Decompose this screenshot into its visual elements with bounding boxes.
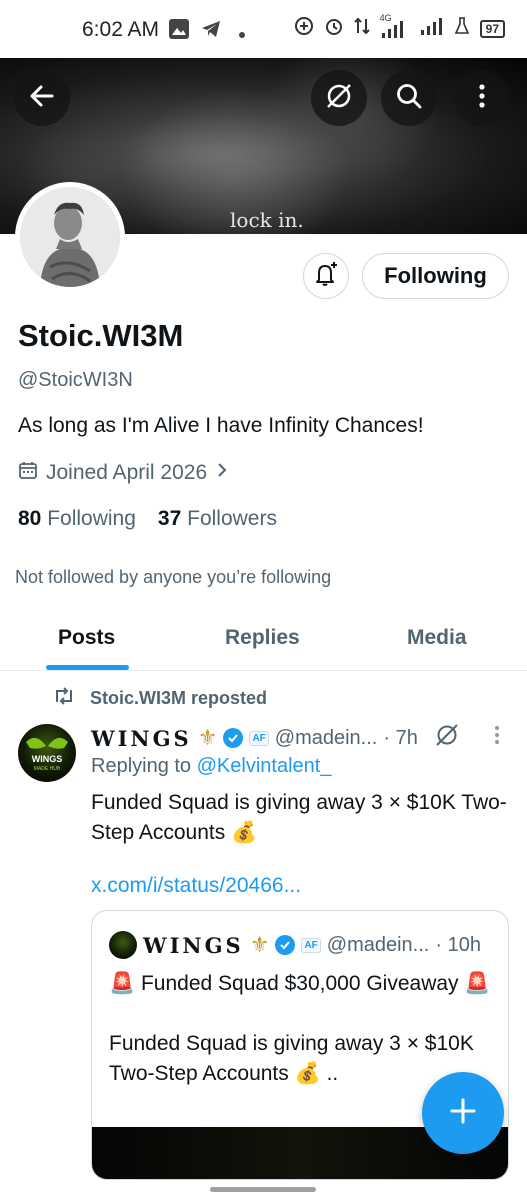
tweet-link[interactable]: x.com/i/status/20466... — [91, 874, 301, 898]
repost-icon — [52, 686, 76, 711]
gallery-notification-icon — [168, 18, 190, 45]
avatar-wings-text: WINGS — [32, 754, 63, 764]
following-count: 80 — [18, 507, 42, 530]
battery-indicator: 97 — [479, 19, 505, 38]
profile-avatar[interactable] — [15, 182, 125, 292]
profile-display-name: Stoic.WI3M — [18, 318, 184, 353]
profile-bio: As long as I'm Alive I have Infinity Cha… — [18, 414, 424, 437]
banner-caption: lock in. — [230, 208, 304, 232]
quoted-affiliate-badge: AF — [301, 937, 321, 953]
joined-label: Joined April 2026 — [46, 461, 208, 484]
followers-stat[interactable]: 37 Followers — [158, 507, 277, 531]
notifications-button[interactable] — [303, 253, 349, 299]
more-options-button[interactable] — [454, 70, 510, 126]
tweet-author-name[interactable]: WINGS — [91, 726, 192, 751]
dot-indicator-icon — [238, 26, 246, 44]
chevron-right-icon — [215, 461, 229, 485]
back-button[interactable] — [14, 70, 70, 126]
quoted-tweet-body: 🚨 Funded Squad $30,000 Giveaway 🚨 Funded… — [109, 969, 504, 1089]
tweet-body: Funded Squad is giving away 3 × $10K Two… — [91, 791, 507, 844]
tweet-header: WINGS ⚜ AF @madein... · 7h — [91, 722, 500, 754]
quoted-tweet-line1: 🚨 Funded Squad $30,000 Giveaway 🚨 — [109, 972, 491, 995]
quoted-author-handle: @madein... — [326, 933, 430, 956]
tweet-more-icon[interactable] — [494, 725, 500, 751]
repost-indicator[interactable]: Stoic.WI3M reposted — [52, 686, 267, 711]
data-transfer-icon — [353, 16, 370, 41]
tab-replies[interactable]: Replies — [225, 626, 300, 650]
tweet-time[interactable]: · 7h — [383, 727, 417, 750]
quoted-tweet-header: WINGS ⚜ AF @madein... · 10h — [109, 931, 481, 959]
search-button[interactable] — [381, 70, 437, 126]
replying-to-handle[interactable]: @Kelvintalent_ — [197, 755, 332, 777]
bell-plus-icon — [312, 260, 340, 293]
signal-icon — [420, 16, 444, 41]
quoted-author-name: WINGS — [143, 932, 244, 958]
tweet-author-avatar[interactable]: WINGS MADE HUB — [18, 724, 76, 782]
arrow-left-icon — [28, 82, 56, 115]
status-right-icons: 4G 97 — [294, 13, 505, 41]
follow-stats: 80 Following 37 Followers — [18, 507, 277, 531]
repost-label: Stoic.WI3M reposted — [90, 688, 268, 708]
quoted-fleur-de-lis-emoji: ⚜ — [249, 932, 270, 957]
replying-to: Replying to @Kelvintalent_ — [91, 755, 331, 778]
search-icon — [395, 82, 423, 115]
followers-stat-label: Followers — [187, 507, 277, 530]
affiliate-badge[interactable]: AF — [249, 730, 269, 746]
status-bar: 6:02 AM 4G 97 — [0, 0, 527, 58]
following-button[interactable]: Following — [362, 253, 509, 299]
not-followed-notice: Not followed by anyone you’re following — [15, 567, 332, 587]
fleur-de-lis-emoji: ⚜ — [197, 725, 218, 750]
followers-count: 37 — [157, 507, 182, 530]
avatar-made-hub-text: MADE HUB — [34, 766, 61, 772]
home-indicator[interactable] — [210, 1187, 316, 1192]
following-stat-label: Following — [47, 507, 136, 530]
active-tab-indicator — [46, 665, 129, 670]
data-saver-icon — [294, 16, 314, 41]
verified-icon — [275, 935, 296, 955]
plus-icon — [448, 1096, 478, 1131]
quoted-author-avatar — [109, 931, 137, 959]
status-time: 6:02 AM — [82, 18, 160, 41]
signal-4g-icon: 4G — [380, 13, 410, 39]
lab-flask-icon — [454, 16, 470, 41]
grok-icon[interactable] — [434, 722, 460, 754]
profile-handle: @StoicWI3N — [18, 369, 133, 391]
tab-posts[interactable]: Posts — [58, 626, 115, 650]
more-vertical-icon — [478, 83, 486, 114]
profile-tabs: Posts Replies Media — [0, 608, 527, 671]
verified-icon — [223, 728, 244, 748]
replying-prefix: Replying to — [91, 755, 197, 777]
grok-button[interactable] — [311, 70, 367, 126]
tweet-author-handle[interactable]: @madein... — [275, 727, 378, 750]
joined-date[interactable]: Joined April 2026 — [18, 460, 229, 486]
alarm-icon — [324, 16, 344, 41]
telegram-notification-icon — [200, 18, 222, 45]
following-stat[interactable]: 80 Following — [18, 507, 136, 531]
compose-button[interactable] — [422, 1072, 504, 1154]
quoted-tweet-time: · 10h — [435, 933, 481, 956]
network-label: 4G — [379, 12, 392, 23]
grok-icon — [324, 81, 354, 116]
tab-media[interactable]: Media — [407, 626, 467, 650]
calendar-icon — [18, 460, 38, 486]
